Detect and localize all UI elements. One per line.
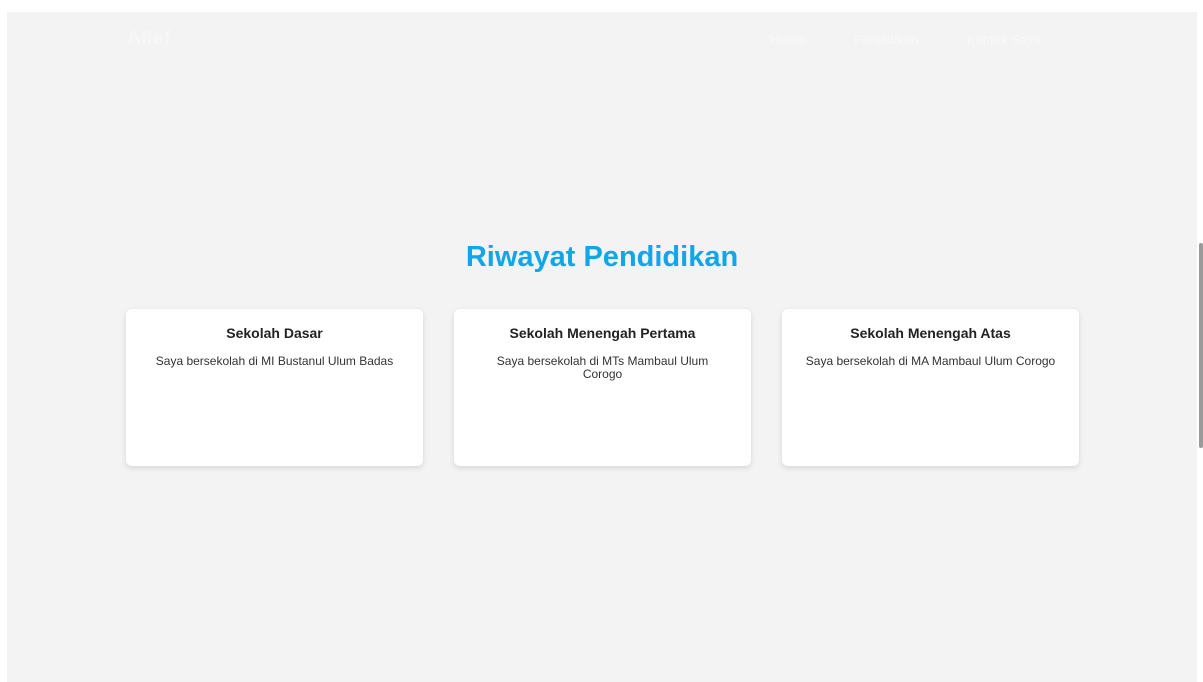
page-viewport: Alief Home Pendidikan Kontak Saya Riwaya…	[7, 12, 1197, 682]
nav-link-pendidikan[interactable]: Pendidikan	[854, 32, 918, 47]
brand-logo[interactable]: Alief	[127, 28, 171, 50]
card-title: Sekolah Menengah Atas	[850, 325, 1011, 341]
card-title: Sekolah Dasar	[226, 325, 323, 341]
card-text: Saya bersekolah di MTs Mambaul Ulum Coro…	[496, 354, 709, 381]
nav-link-kontak-saya[interactable]: Kontak Saya	[967, 32, 1041, 47]
scrollbar-thumb[interactable]	[1199, 243, 1203, 448]
card-sekolah-menengah-pertama: Sekolah Menengah Pertama Saya bersekolah…	[454, 309, 751, 466]
card-text: Saya bersekolah di MA Mambaul Ulum Corog…	[805, 354, 1056, 368]
nav-links: Home Pendidikan Kontak Saya	[770, 32, 1041, 47]
card-text: Saya bersekolah di MI Bustanul Ulum Bada…	[155, 354, 394, 368]
education-cards: Sekolah Dasar Saya bersekolah di MI Bust…	[126, 309, 1080, 466]
card-title: Sekolah Menengah Pertama	[509, 325, 696, 341]
card-sekolah-dasar: Sekolah Dasar Saya bersekolah di MI Bust…	[126, 309, 423, 466]
card-sekolah-menengah-atas: Sekolah Menengah Atas Saya bersekolah di…	[782, 309, 1079, 466]
navbar: Alief Home Pendidikan Kontak Saya	[7, 12, 1197, 68]
section-title: Riwayat Pendidikan	[465, 241, 739, 273]
nav-link-home[interactable]: Home	[770, 32, 805, 47]
